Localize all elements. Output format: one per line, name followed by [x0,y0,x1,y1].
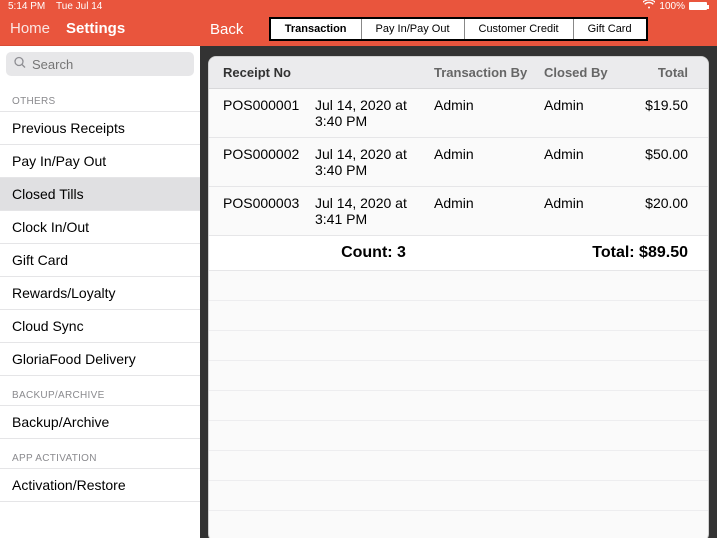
sidebar-item[interactable]: Cloud Sync [0,310,200,343]
section-header: OTHERS [0,82,200,112]
tab[interactable]: Gift Card [573,19,646,39]
cell-date: Jul 14, 2020 at 3:41 PM [309,187,428,235]
sidebar-item[interactable]: Closed Tills [0,178,200,211]
sidebar-item[interactable]: Gift Card [0,244,200,277]
topbar: Back TransactionPay In/Pay OutCustomer C… [200,12,717,46]
empty-row [209,421,708,451]
cell-date: Jul 14, 2020 at 3:40 PM [309,138,428,186]
sidebar-item[interactable]: Rewards/Loyalty [0,277,200,310]
empty-row [209,301,708,331]
table-summary: Count: 3 Total: $89.50 [209,236,708,271]
search-box[interactable] [6,52,194,76]
cell-total: $19.50 [628,89,708,137]
cell-closed-by: Admin [538,187,628,235]
col-closed-by: Closed By [538,57,628,88]
cell-transaction-by: Admin [428,89,538,137]
summary-total: Total: $89.50 [538,236,708,270]
cell-date: Jul 14, 2020 at 3:40 PM [309,89,428,137]
empty-row [209,331,708,361]
cell-total: $50.00 [628,138,708,186]
sidebar-header: Home Settings [0,12,200,46]
tab[interactable]: Transaction [271,19,361,39]
sidebar-list: OTHERSPrevious ReceiptsPay In/Pay OutClo… [0,82,200,538]
sidebar: Home Settings OTHERSPrevious ReceiptsPay… [0,12,200,538]
section-header: APP ACTIVATION [0,439,200,469]
sidebar-item[interactable]: Previous Receipts [0,112,200,145]
status-date: Tue Jul 14 [56,1,102,12]
wifi-icon [643,0,655,12]
status-time: 5:14 PM [8,1,45,12]
sidebar-item[interactable]: Backup/Archive [0,406,200,439]
sidebar-item[interactable]: GloriaFood Delivery [0,343,200,376]
table-row[interactable]: POS000002Jul 14, 2020 at 3:40 PMAdminAdm… [209,138,708,187]
table-header: Receipt No Transaction By Closed By Tota… [209,57,708,89]
sidebar-item[interactable]: Activation/Restore [0,469,200,502]
tab[interactable]: Pay In/Pay Out [361,19,464,39]
cell-receipt: POS000001 [209,89,309,137]
section-header: BACKUP/ARCHIVE [0,376,200,406]
empty-row [209,481,708,511]
summary-count: Count: 3 [209,236,538,270]
sidebar-item[interactable]: Pay In/Pay Out [0,145,200,178]
transactions-panel: Receipt No Transaction By Closed By Tota… [208,56,709,538]
empty-row [209,361,708,391]
cell-closed-by: Admin [538,138,628,186]
tab-group: TransactionPay In/Pay OutCustomer Credit… [269,17,648,41]
home-link[interactable]: Home [10,20,50,37]
tab[interactable]: Customer Credit [464,19,573,39]
search-input[interactable] [6,52,194,76]
cell-receipt: POS000003 [209,187,309,235]
cell-receipt: POS000002 [209,138,309,186]
table-row[interactable]: POS000003Jul 14, 2020 at 3:41 PMAdminAdm… [209,187,708,236]
table-body: POS000001Jul 14, 2020 at 3:40 PMAdminAdm… [209,89,708,236]
status-bar: 5:14 PM Tue Jul 14 100% [0,0,717,12]
cell-transaction-by: Admin [428,187,538,235]
col-transaction-by: Transaction By [428,57,538,88]
cell-closed-by: Admin [538,89,628,137]
empty-row [209,271,708,301]
cell-total: $20.00 [628,187,708,235]
col-receipt: Receipt No [209,57,309,88]
back-button[interactable]: Back [210,21,243,38]
empty-row [209,511,708,538]
settings-title: Settings [66,20,125,37]
battery-icon [689,2,707,10]
empty-row [209,451,708,481]
search-icon [14,57,26,72]
empty-row [209,391,708,421]
col-date [309,57,428,88]
status-battery: 100% [659,1,685,12]
table-row[interactable]: POS000001Jul 14, 2020 at 3:40 PMAdminAdm… [209,89,708,138]
cell-transaction-by: Admin [428,138,538,186]
col-total: Total [628,57,708,88]
sidebar-item[interactable]: Clock In/Out [0,211,200,244]
